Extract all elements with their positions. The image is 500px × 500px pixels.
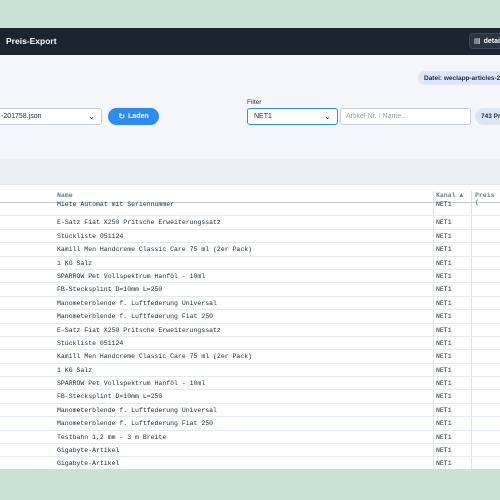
table-row[interactable]: Miete Automat mit Seriennummer NET1: [0, 201, 500, 217]
cell-name: Manometerblende f. Luftfederung Fiat 250: [57, 313, 214, 321]
file-date-badge: Datei: weclapp-articles-20: [418, 71, 500, 85]
cell-kanal: NET1: [436, 353, 452, 361]
cell-name: Testbahn 1,2 mm - 3 m Breite: [57, 433, 167, 441]
app-window: Preis-Export ▤ detai Datei: weclapp-arti…: [0, 28, 500, 469]
table-row[interactable]: SPARROW Pet Vollspektrum Hanföl - 10ml NE…: [0, 270, 500, 284]
cell-name: FB-Stecksplint D=10mm L=250: [57, 393, 163, 401]
panel-strip: [0, 159, 500, 185]
cell-kanal: NET1: [436, 339, 452, 347]
cell-name: SPARROW Pet Vollspektrum Hanföl - 10ml: [57, 272, 206, 280]
cell-name: Kamill Men Handcreme Classic Care 75 ml …: [57, 246, 253, 254]
cell-kanal: NET1: [436, 272, 452, 280]
cell-kanal: NET1: [436, 447, 452, 455]
table-row[interactable]: Manometerblende f. Luftfederung Fiat 250…: [0, 310, 500, 324]
cell-name: FB-Stecksplint D=10mm L=250: [57, 286, 163, 294]
table-row[interactable]: Stückliste 051124 NET1: [0, 337, 500, 351]
file-select[interactable]: -201758.json ⌄: [0, 108, 102, 125]
table-row[interactable]: Manometerblende f. Luftfederung Universa…: [0, 404, 500, 418]
refresh-icon: ↻: [118, 112, 126, 121]
cell-name: Stückliste 051124: [57, 232, 124, 240]
table-row[interactable]: Kamill Men Handcreme Classic Care 75 ml …: [0, 243, 500, 257]
cell-name: Kamill Men Handcreme Classic Care 75 ml …: [57, 353, 253, 361]
load-button[interactable]: ↻ Laden: [108, 108, 159, 125]
cell-name: 1 KG Salz: [57, 366, 93, 374]
search-input[interactable]: [340, 108, 471, 125]
cell-kanal: NET1: [436, 313, 452, 321]
cell-name: SPARROW Pet Vollspektrum Hanföl - 10ml: [57, 380, 206, 388]
cell-name: Manometerblende f. Luftfederung Universa…: [57, 299, 217, 307]
cell-name: Gigabyte-Artikel: [57, 460, 120, 468]
table-row[interactable]: Testbahn 1,2 mm - 3 m Breite NET1: [0, 431, 500, 445]
table-row[interactable]: SPARROW Pet Vollspektrum Hanföl - 10ml NE…: [0, 377, 500, 391]
cell-name: Stückliste 051124: [57, 339, 124, 347]
cell-kanal: NET1: [436, 232, 452, 240]
cell-kanal: NET1: [436, 366, 452, 374]
cell-kanal: NET1: [436, 393, 452, 401]
app-title: Preis-Export: [6, 36, 57, 46]
table-row[interactable]: FB-Stecksplint D=10mm L=250 NET1: [0, 283, 500, 297]
cell-name: 1 KG Salz: [57, 259, 93, 267]
cell-kanal: NET1: [436, 406, 452, 414]
cell-name: Gigabyte-Artikel: [57, 447, 120, 455]
column-header-kanal[interactable]: Kanal ▲: [436, 192, 463, 199]
table-row[interactable]: Manometerblende f. Luftfederung Universa…: [0, 297, 500, 311]
cell-name: E-Satz Fiat X250 Pritsche Erweiterungssa…: [57, 219, 221, 227]
table-row[interactable]: Kamill Men Handcreme Classic Care 75 ml …: [0, 350, 500, 364]
table-row[interactable]: Gigabyte-Artikel NET1: [0, 457, 500, 469]
cell-kanal: NET1: [436, 380, 452, 388]
cell-kanal: NET1: [436, 299, 452, 307]
cell-name: Miete Automat mit Seriennummer: [57, 201, 175, 208]
column-header-name[interactable]: Name: [57, 192, 73, 199]
cell-kanal: NET1: [436, 259, 452, 267]
table-row[interactable]: E-Satz Fiat X250 Pritsche Erweiterungssa…: [0, 216, 500, 230]
table-row[interactable]: FB-Stecksplint D=10mm L=250 NET1: [0, 390, 500, 404]
price-table: Name Kanal ▲ Preis ( Miete Automat mit S…: [0, 191, 500, 469]
cell-kanal: NET1: [436, 326, 452, 334]
cell-name: E-Satz Fiat X250 Pritsche Erweiterungssa…: [57, 326, 221, 334]
cell-kanal: NET1: [436, 420, 452, 428]
table-row[interactable]: 1 KG Salz NET1: [0, 257, 500, 270]
cell-name: Manometerblende f. Luftfederung Universa…: [57, 406, 217, 414]
cell-kanal: NET1: [436, 460, 452, 468]
filter-label: Filter: [247, 99, 262, 106]
count-badge: 743 Pr: [475, 108, 500, 125]
file-select-value: -201758.json: [1, 113, 42, 120]
load-button-label: Laden: [128, 113, 149, 120]
cell-kanal: NET1: [436, 286, 452, 294]
details-button[interactable]: ▤ detai: [469, 33, 500, 49]
filter-select-value: NET1: [254, 113, 272, 120]
table-row[interactable]: Manometerblende f. Luftfederung Fiat 250…: [0, 417, 500, 431]
table-row[interactable]: Stückliste 051124 NET1: [0, 230, 500, 244]
table-body: Miete Automat mit Seriennummer NET1 E-Satz…: [0, 201, 500, 469]
cell-kanal: NET1: [436, 246, 452, 254]
table-row[interactable]: Gigabyte-Artikel NET1: [0, 444, 500, 458]
cell-name: Manometerblende f. Luftfederung Fiat 250: [57, 420, 214, 428]
cell-kanal: NET1: [436, 201, 452, 208]
cell-kanal: NET1: [436, 433, 452, 441]
chevron-down-icon: ⌄: [88, 112, 95, 121]
titlebar: Preis-Export ▤ detai: [0, 28, 500, 55]
document-icon: ▤: [474, 38, 481, 45]
filter-select[interactable]: NET1 ⌄: [247, 108, 338, 125]
cell-kanal: NET1: [436, 219, 452, 227]
chevron-down-icon: ⌄: [324, 112, 331, 121]
table-row[interactable]: 1 KG Salz NET1: [0, 364, 500, 378]
details-button-label: detai: [483, 37, 500, 45]
table-row[interactable]: E-Satz Fiat X250 Pritsche Erweiterungssa…: [0, 324, 500, 337]
